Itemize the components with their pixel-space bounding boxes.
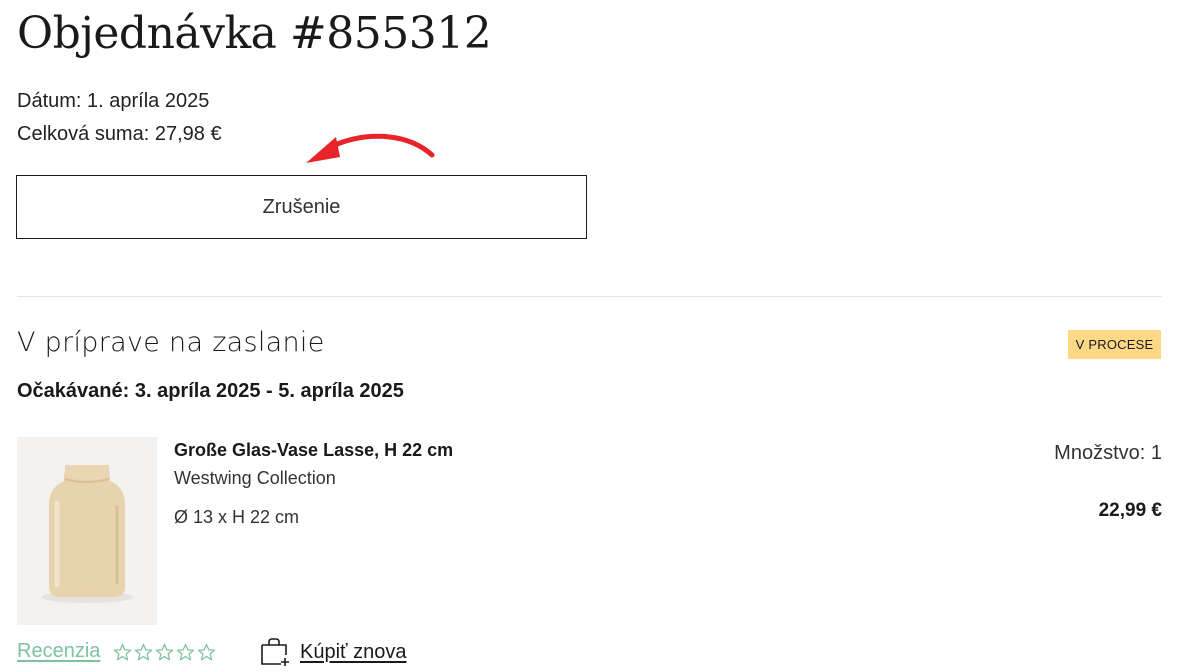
section-divider [17, 296, 1162, 297]
product-image[interactable] [17, 437, 157, 625]
buy-again-button[interactable]: Kúpiť znova [260, 638, 406, 666]
star-icon[interactable] [176, 643, 195, 662]
product-brand: Westwing Collection [174, 468, 336, 488]
cancel-order-button[interactable]: Zrušenie [16, 175, 587, 239]
star-icon[interactable] [155, 643, 174, 662]
status-badge: V PROCESE [1068, 330, 1161, 359]
shipment-title: V príprave na zaslanie [17, 327, 325, 358]
star-rating[interactable] [113, 643, 216, 662]
order-date: Dátum: 1. apríla 2025 [17, 90, 210, 112]
annotation-arrow-icon [306, 133, 435, 163]
product-name[interactable]: Große Glas-Vase Lasse, H 22 cm [174, 440, 453, 461]
product-dimensions: Ø 13 x H 22 cm [174, 507, 300, 527]
star-icon[interactable] [134, 643, 153, 662]
star-icon[interactable] [197, 643, 216, 662]
order-total: Celková suma: 27,98 € [17, 123, 222, 145]
star-icon[interactable] [113, 643, 132, 662]
glass-vase-image [41, 465, 133, 603]
expected-delivery: Očakávané: 3. apríla 2025 - 5. apríla 20… [17, 380, 404, 402]
review-link[interactable]: Recenzia [17, 640, 100, 663]
product-quantity: Množstvo: 1 [1054, 442, 1162, 464]
bag-plus-icon [261, 638, 289, 666]
product-price: 22,99 € [1098, 500, 1162, 521]
buy-again-label: Kúpiť znova [300, 640, 407, 663]
order-title: Objednávka #855312 [17, 8, 492, 59]
